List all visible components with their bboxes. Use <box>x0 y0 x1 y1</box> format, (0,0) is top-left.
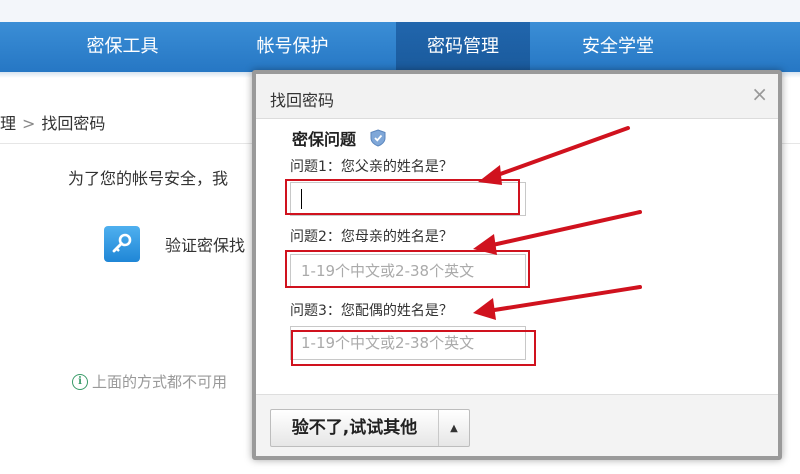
dialog-title: 找回密码 <box>270 91 335 110</box>
question-3-label: 问题3：您配偶的姓名是？ <box>290 303 453 319</box>
shield-icon <box>370 129 386 147</box>
nav-item-security-school[interactable]: 安全学堂 <box>548 22 688 72</box>
question-1-label: 问题1：您父亲的姓名是？ <box>290 159 453 175</box>
close-icon[interactable]: × <box>751 82 768 106</box>
try-other-method-button[interactable]: 验不了,试试其他 ▲ <box>270 409 470 447</box>
caret-up-icon[interactable]: ▲ <box>439 410 469 446</box>
top-strip <box>0 0 800 22</box>
try-other-method-label: 验不了,试试其他 <box>271 410 439 446</box>
alt-methods-text: 上面的方式都不可用 <box>92 373 228 391</box>
find-password-dialog: 找回密码 × 密保问题 问题1：您父亲的姓名是？ 问题2：您母亲的姓名是？ 1-… <box>252 70 782 460</box>
security-question-section: 密保问题 <box>292 126 386 150</box>
nav-item-account-protection[interactable]: 帐号保护 <box>225 22 360 72</box>
nav-item-security-tools[interactable]: 密保工具 <box>55 22 190 72</box>
section-title: 密保问题 <box>292 130 357 149</box>
breadcrumb: 理 > 找回密码 <box>0 110 105 134</box>
breadcrumb-prev[interactable]: 理 <box>0 114 16 133</box>
breadcrumb-current: 找回密码 <box>41 114 106 133</box>
answer-1-highlight <box>285 179 520 215</box>
intro-text: 为了您的帐号安全，我 <box>68 169 229 188</box>
answer-2-highlight <box>285 250 530 288</box>
key-icon <box>104 226 140 262</box>
breadcrumb-separator: > <box>22 114 36 133</box>
question-2-label: 问题2：您母亲的姓名是？ <box>290 229 453 245</box>
verify-method-option[interactable]: 验证密保找 <box>104 226 245 262</box>
answer-3-highlight <box>291 330 536 366</box>
screenshot-stage: 密保工具 帐号保护 密码管理 安全学堂 理 > 找回密码 为了您的帐号安全，我 验证… <box>0 0 800 474</box>
dialog-footer: 验不了,试试其他 ▲ <box>256 394 778 456</box>
info-icon: i <box>72 373 88 390</box>
verify-method-label: 验证密保找 <box>165 236 246 255</box>
dialog-header: 找回密码 × <box>256 74 778 119</box>
alt-methods-note: i 上面的方式都不可用 <box>72 371 227 392</box>
nav-item-password-management[interactable]: 密码管理 <box>396 22 530 72</box>
